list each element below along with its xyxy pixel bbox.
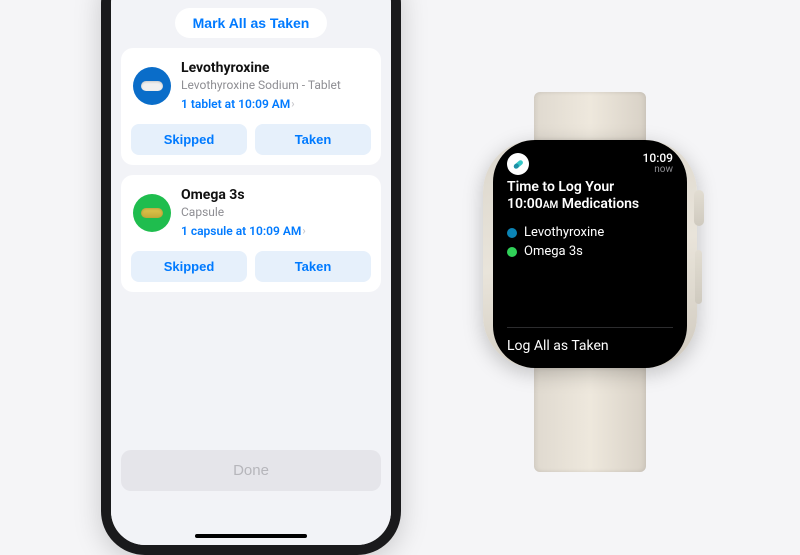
medication-name: Omega 3s bbox=[181, 187, 369, 205]
medication-subtitle: Levothyroxine Sodium - Tablet bbox=[181, 78, 369, 93]
done-button[interactable]: Done bbox=[121, 450, 381, 491]
mark-all-taken-button[interactable]: Mark All as Taken bbox=[175, 8, 328, 38]
medication-schedule[interactable]: 1 capsule at 10:09 AM › bbox=[181, 224, 306, 240]
medication-card: Levothyroxine Levothyroxine Sodium - Tab… bbox=[121, 48, 381, 165]
dot-icon bbox=[507, 228, 517, 238]
medication-info: Omega 3s Capsule 1 capsule at 10:09 AM › bbox=[181, 187, 369, 239]
notification-med-list: Levothyroxine Omega 3s bbox=[507, 225, 673, 259]
log-all-taken-button[interactable]: Log All as Taken bbox=[507, 327, 673, 354]
medication-row[interactable]: Levothyroxine Levothyroxine Sodium - Tab… bbox=[131, 58, 371, 118]
watch-band-top bbox=[534, 92, 646, 140]
pill-icon bbox=[133, 194, 171, 232]
taken-button[interactable]: Taken bbox=[255, 124, 371, 155]
taken-button[interactable]: Taken bbox=[255, 251, 371, 282]
watch-screen: 10:09 now Time to Log Your 10:00AM Medic… bbox=[493, 140, 687, 368]
chevron-right-icon: › bbox=[302, 224, 305, 238]
dot-icon bbox=[507, 247, 517, 257]
watch-band-bottom bbox=[534, 368, 646, 472]
watch-case: 10:09 now Time to Log Your 10:00AM Medic… bbox=[483, 140, 697, 368]
skipped-button[interactable]: Skipped bbox=[131, 124, 247, 155]
iphone-screen: Mark All as Taken Levothyroxine Levothyr… bbox=[111, 0, 391, 545]
medication-row[interactable]: Omega 3s Capsule 1 capsule at 10:09 AM › bbox=[131, 185, 371, 245]
notification-timestamp: now bbox=[643, 165, 673, 176]
medication-card: Omega 3s Capsule 1 capsule at 10:09 AM ›… bbox=[121, 175, 381, 292]
apple-watch-device: 10:09 now Time to Log Your 10:00AM Medic… bbox=[460, 92, 720, 472]
medication-info: Levothyroxine Levothyroxine Sodium - Tab… bbox=[181, 60, 369, 112]
medication-name: Levothyroxine bbox=[181, 60, 369, 78]
list-item: Omega 3s bbox=[507, 244, 673, 259]
chevron-right-icon: › bbox=[291, 97, 294, 111]
notification-title: Time to Log Your 10:00AM Medications bbox=[507, 179, 673, 213]
home-indicator[interactable] bbox=[195, 534, 307, 538]
list-item-label: Omega 3s bbox=[524, 244, 583, 259]
pill-icon bbox=[133, 67, 171, 105]
medications-app-icon bbox=[507, 153, 529, 175]
digital-crown[interactable] bbox=[694, 190, 704, 226]
mark-all-row: Mark All as Taken bbox=[121, 0, 381, 48]
iphone-device: Mark All as Taken Levothyroxine Levothyr… bbox=[101, 0, 401, 555]
skipped-button[interactable]: Skipped bbox=[131, 251, 247, 282]
list-item-label: Levothyroxine bbox=[524, 225, 604, 240]
medication-schedule[interactable]: 1 tablet at 10:09 AM › bbox=[181, 97, 295, 113]
list-item: Levothyroxine bbox=[507, 225, 673, 240]
watch-side-button[interactable] bbox=[695, 250, 702, 304]
medication-subtitle: Capsule bbox=[181, 205, 369, 220]
